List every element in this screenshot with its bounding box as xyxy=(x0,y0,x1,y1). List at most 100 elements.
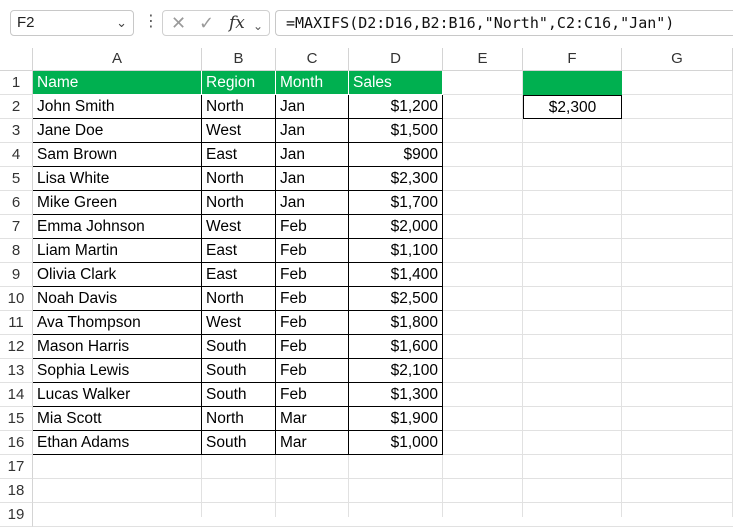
table-cell[interactable]: Mar xyxy=(276,431,349,455)
table-cell[interactable]: Mar xyxy=(276,407,349,431)
table-header-cell[interactable]: Sales xyxy=(349,71,443,95)
more-options-icon[interactable]: ⋮ xyxy=(143,12,159,32)
table-cell[interactable]: John Smith xyxy=(33,95,202,119)
table-cell[interactable]: North xyxy=(202,191,276,215)
table-cell[interactable]: Ethan Adams xyxy=(33,431,202,455)
column-header-a[interactable]: A xyxy=(33,48,202,71)
row-header-18[interactable]: 18 xyxy=(0,479,33,503)
row-header-8[interactable]: 8 xyxy=(0,239,33,263)
table-cell[interactable]: Noah Davis xyxy=(33,287,202,311)
table-cell[interactable]: Emma Johnson xyxy=(33,215,202,239)
table-cell[interactable]: Feb xyxy=(276,335,349,359)
table-header-cell[interactable]: Month xyxy=(276,71,349,95)
table-cell[interactable]: Feb xyxy=(276,383,349,407)
table-cell[interactable]: $1,800 xyxy=(349,311,443,335)
table-cell[interactable]: North xyxy=(202,287,276,311)
table-header-cell[interactable]: Name xyxy=(33,71,202,95)
name-box[interactable]: F2 ⌄ xyxy=(10,10,134,36)
table-cell[interactable]: $1,300 xyxy=(349,383,443,407)
column-header-c[interactable]: C xyxy=(276,48,349,71)
row-header-16[interactable]: 16 xyxy=(0,431,33,455)
select-all-corner[interactable] xyxy=(0,48,33,71)
table-cell[interactable]: $2,300 xyxy=(349,167,443,191)
table-cell[interactable]: East xyxy=(202,239,276,263)
table-cell[interactable]: Jan xyxy=(276,119,349,143)
table-header-cell[interactable]: Region xyxy=(202,71,276,95)
table-cell[interactable]: Olivia Clark xyxy=(33,263,202,287)
table-cell[interactable]: West xyxy=(202,215,276,239)
column-header-b[interactable]: B xyxy=(202,48,276,71)
table-cell[interactable]: $1,600 xyxy=(349,335,443,359)
table-cell[interactable]: Feb xyxy=(276,287,349,311)
table-cell[interactable]: Feb xyxy=(276,311,349,335)
row-header-9[interactable]: 9 xyxy=(0,263,33,287)
row-header-7[interactable]: 7 xyxy=(0,215,33,239)
table-cell[interactable]: North xyxy=(202,407,276,431)
column-header-g[interactable]: G xyxy=(622,48,733,71)
row-header-2[interactable]: 2 xyxy=(0,95,33,119)
table-cell[interactable]: Jan xyxy=(276,167,349,191)
table-cell[interactable]: $2,100 xyxy=(349,359,443,383)
result-header-cell[interactable] xyxy=(523,71,622,95)
row-header-10[interactable]: 10 xyxy=(0,287,33,311)
table-cell[interactable]: $1,000 xyxy=(349,431,443,455)
table-cell[interactable]: Mason Harris xyxy=(33,335,202,359)
table-cell[interactable]: Mia Scott xyxy=(33,407,202,431)
chevron-down-icon[interactable]: ⌄ xyxy=(116,11,127,35)
table-cell[interactable]: Lisa White xyxy=(33,167,202,191)
enter-check-icon[interactable]: ✓ xyxy=(199,13,214,33)
table-cell[interactable]: $1,100 xyxy=(349,239,443,263)
row-header-19[interactable]: 19 xyxy=(0,503,33,527)
table-cell[interactable]: Ava Thompson xyxy=(33,311,202,335)
table-cell[interactable]: $2,000 xyxy=(349,215,443,239)
table-cell[interactable]: West xyxy=(202,119,276,143)
table-cell[interactable]: $2,500 xyxy=(349,287,443,311)
table-cell[interactable]: Sophia Lewis xyxy=(33,359,202,383)
table-cell[interactable]: Jane Doe xyxy=(33,119,202,143)
row-header-1[interactable]: 1 xyxy=(0,71,33,95)
table-cell[interactable]: $1,700 xyxy=(349,191,443,215)
table-cell[interactable]: $900 xyxy=(349,143,443,167)
table-cell[interactable]: East xyxy=(202,143,276,167)
insert-function-icon[interactable]: fx xyxy=(229,13,245,33)
table-cell[interactable]: Sam Brown xyxy=(33,143,202,167)
result-cell[interactable]: $2,300 xyxy=(523,95,622,119)
row-header-14[interactable]: 14 xyxy=(0,383,33,407)
table-cell[interactable]: Jan xyxy=(276,191,349,215)
cancel-icon[interactable]: ✕ xyxy=(171,13,186,33)
table-cell[interactable]: Liam Martin xyxy=(33,239,202,263)
table-cell[interactable]: Feb xyxy=(276,263,349,287)
row-header-3[interactable]: 3 xyxy=(0,119,33,143)
table-cell[interactable]: East xyxy=(202,263,276,287)
table-cell[interactable]: Feb xyxy=(276,359,349,383)
table-cell[interactable]: Jan xyxy=(276,95,349,119)
column-header-f[interactable]: F xyxy=(523,48,622,71)
formula-input[interactable]: =MAXIFS(D2:D16,B2:B16,"North",C2:C16,"Ja… xyxy=(275,10,733,36)
table-cell[interactable]: North xyxy=(202,167,276,191)
table-cell[interactable]: Feb xyxy=(276,239,349,263)
table-cell[interactable]: $1,900 xyxy=(349,407,443,431)
table-cell[interactable]: Mike Green xyxy=(33,191,202,215)
table-cell[interactable]: South xyxy=(202,359,276,383)
row-header-4[interactable]: 4 xyxy=(0,143,33,167)
column-header-d[interactable]: D xyxy=(349,48,443,71)
chevron-down-icon[interactable]: ⌄ xyxy=(253,16,263,36)
table-cell[interactable]: Jan xyxy=(276,143,349,167)
table-cell[interactable]: South xyxy=(202,431,276,455)
table-cell[interactable]: Feb xyxy=(276,215,349,239)
table-cell[interactable]: North xyxy=(202,95,276,119)
table-cell[interactable]: South xyxy=(202,383,276,407)
row-header-12[interactable]: 12 xyxy=(0,335,33,359)
table-cell[interactable]: $1,400 xyxy=(349,263,443,287)
row-header-17[interactable]: 17 xyxy=(0,455,33,479)
row-header-15[interactable]: 15 xyxy=(0,407,33,431)
table-cell[interactable]: Lucas Walker xyxy=(33,383,202,407)
table-cell[interactable]: $1,200 xyxy=(349,95,443,119)
table-cell[interactable]: West xyxy=(202,311,276,335)
row-header-6[interactable]: 6 xyxy=(0,191,33,215)
row-header-5[interactable]: 5 xyxy=(0,167,33,191)
table-cell[interactable]: South xyxy=(202,335,276,359)
row-header-13[interactable]: 13 xyxy=(0,359,33,383)
row-header-11[interactable]: 11 xyxy=(0,311,33,335)
table-cell[interactable]: $1,500 xyxy=(349,119,443,143)
